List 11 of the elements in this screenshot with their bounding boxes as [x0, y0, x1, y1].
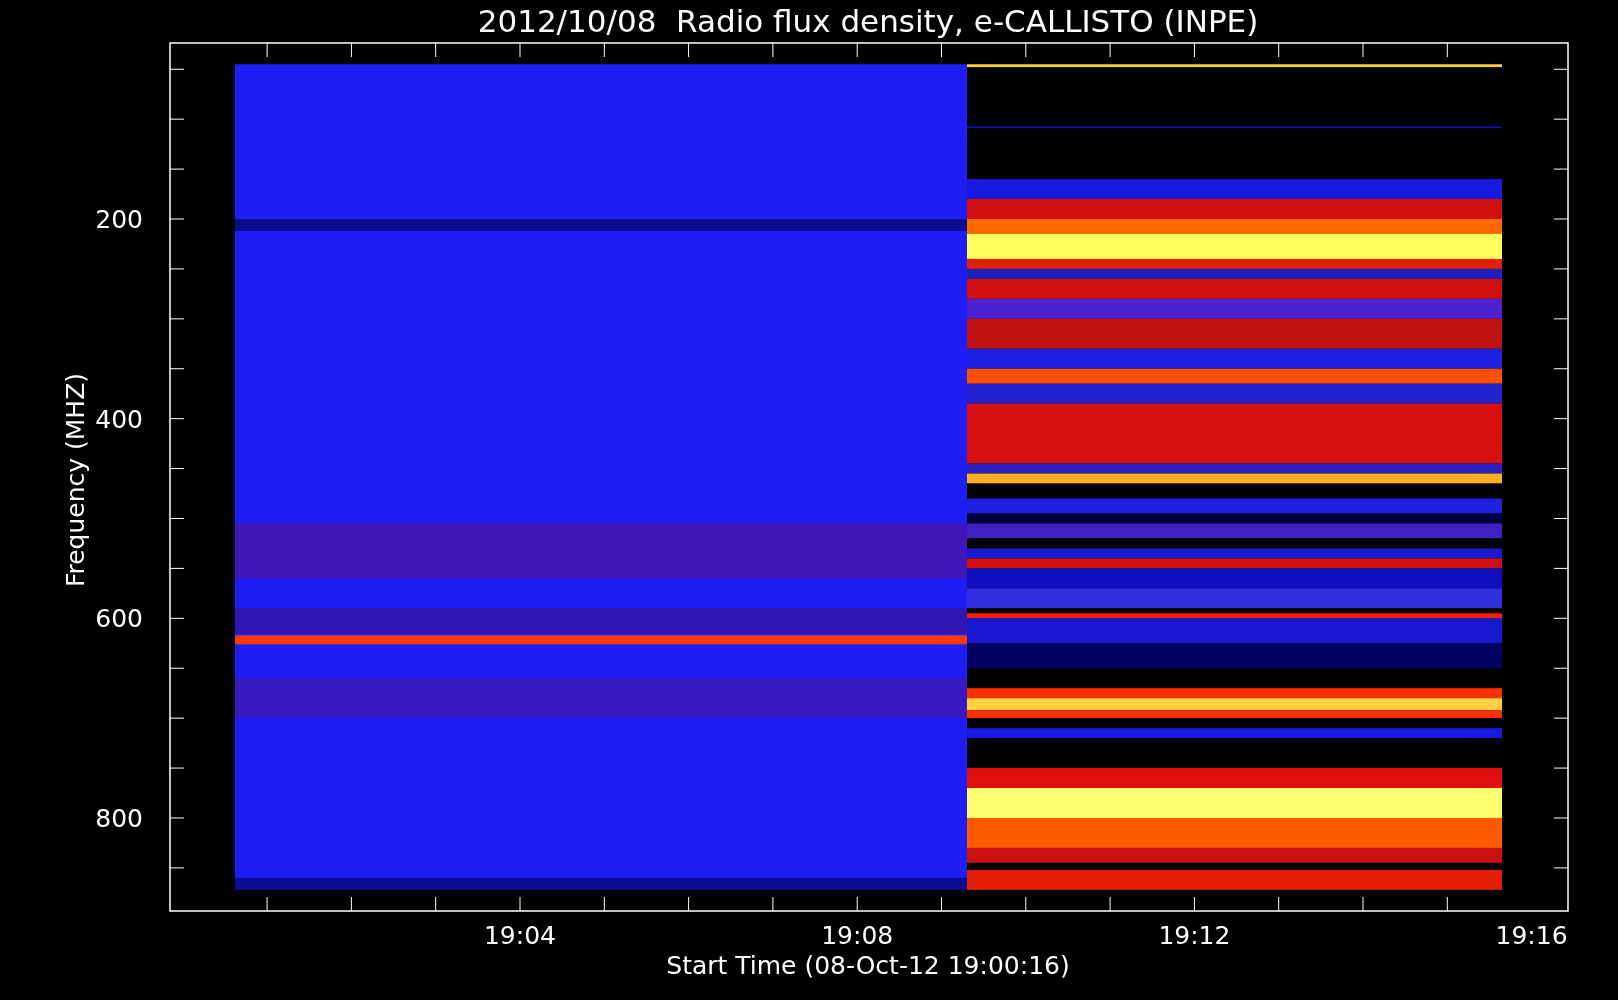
- y-tick-label: 400: [95, 404, 143, 434]
- x-tick-label: 19:08: [821, 921, 894, 950]
- y-axis-label: Frequency (MHZ): [61, 372, 90, 588]
- x-tick-label: 19:04: [484, 921, 556, 950]
- chart-title: 2012/10/08 Radio flux density, e-CALLISTO (INPE): [477, 3, 1259, 39]
- y-tick-label: 600: [95, 604, 143, 634]
- y-tick-label: 200: [95, 205, 143, 234]
- x-tick-label: 19:16: [1495, 921, 1568, 950]
- x-tick-label: 19:12: [1158, 921, 1231, 950]
- y-tick-label: 800: [95, 804, 143, 833]
- x-axis-label: Start Time (08-Oct-12 19:00:16): [666, 951, 1070, 980]
